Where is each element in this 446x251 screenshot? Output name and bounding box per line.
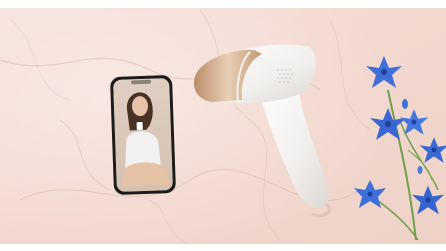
top-border xyxy=(0,0,446,8)
bottom-border xyxy=(0,244,446,251)
smartphone xyxy=(110,75,176,195)
photo-frame xyxy=(0,0,446,251)
product-photo xyxy=(0,0,446,251)
phone-screen-photo xyxy=(113,78,173,192)
